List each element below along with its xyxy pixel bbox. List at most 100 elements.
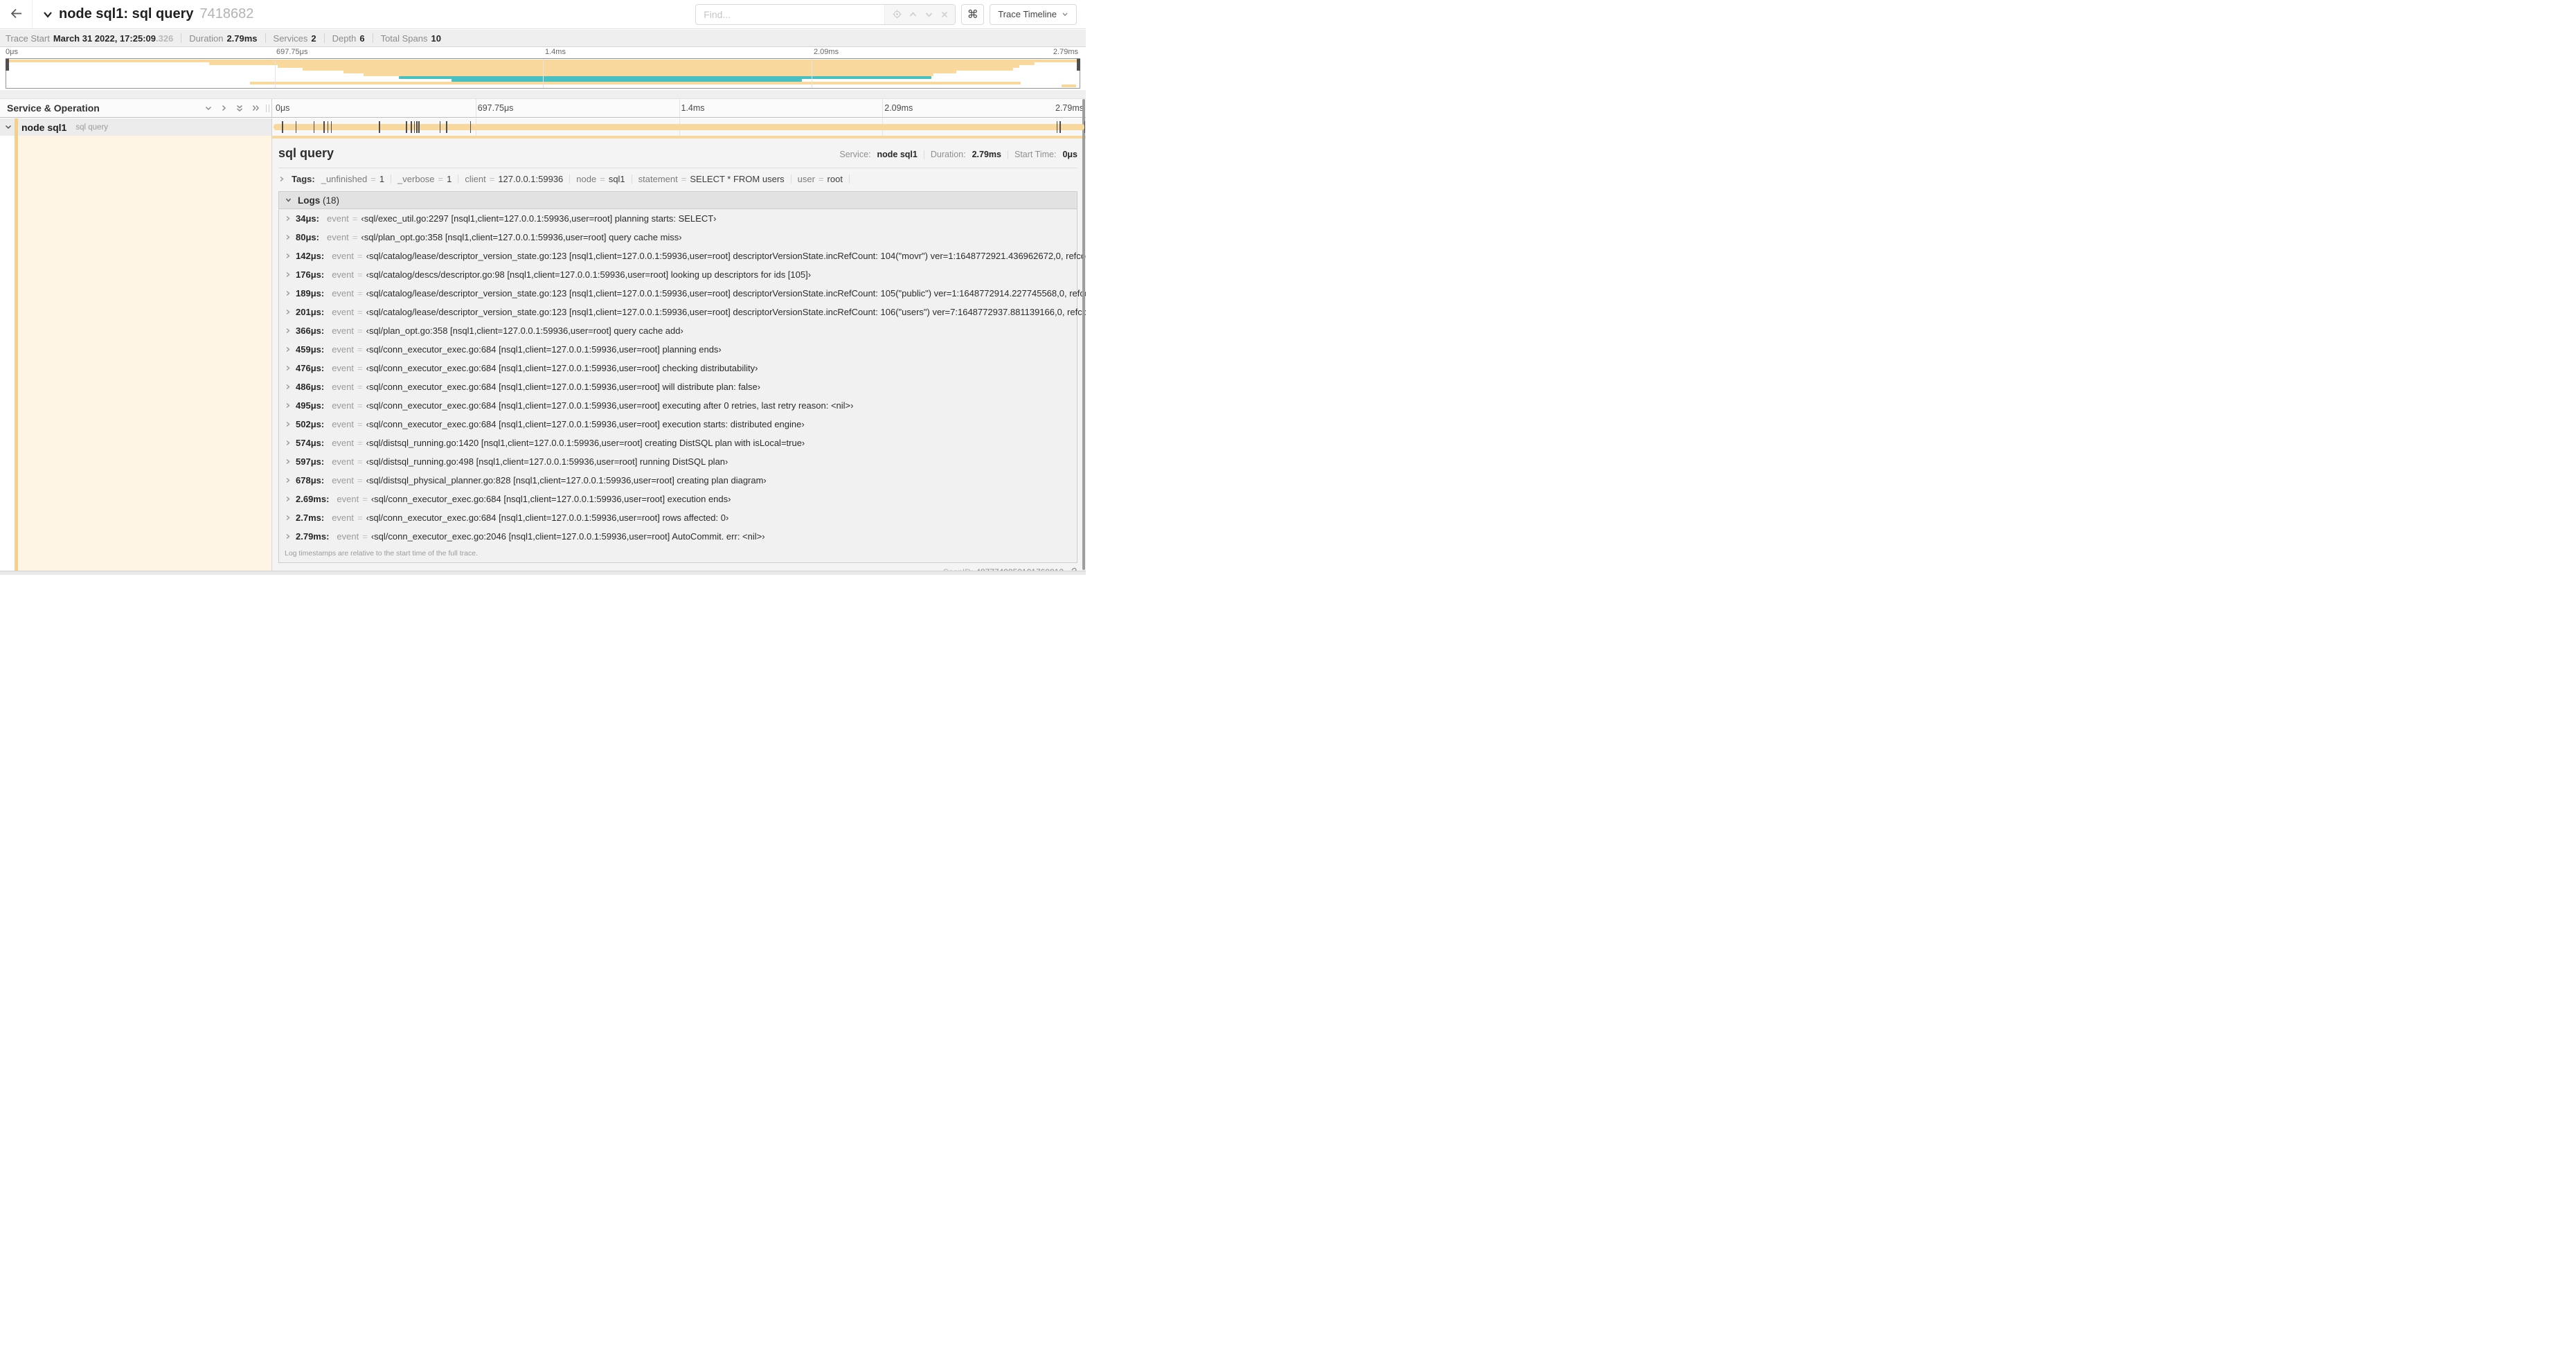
timeline-gridline [679,99,680,117]
view-selector-label: Trace Timeline [998,9,1057,19]
log-entry[interactable]: 459μs: event = ‹sql/conn_executor_exec.g… [279,340,1077,359]
view-selector-button[interactable]: Trace Timeline [990,3,1077,25]
log-marker-tick[interactable] [418,121,420,133]
log-entry[interactable]: 142μs: event = ‹sql/catalog/lease/descri… [279,247,1086,265]
viewport-right-handle[interactable] [1077,59,1080,71]
log-field-key: event [337,531,359,542]
log-entry[interactable]: 189μs: event = ‹sql/catalog/lease/descri… [279,284,1086,303]
log-entry[interactable]: 678μs: event = ‹sql/distsql_physical_pla… [279,471,1077,490]
timeline-tick-label: 2.79ms [1055,103,1084,113]
find-input[interactable] [696,4,885,24]
chevron-right-icon [285,252,292,260]
chevron-right-icon [285,346,292,353]
log-entry[interactable]: 2.7ms: event = ‹sql/conn_executor_exec.g… [279,508,1077,527]
equals-sign: = [370,174,376,184]
log-timestamp: 597μs: [296,456,325,467]
trace-start-value: March 31 2022, 17:25:09.326 [53,33,174,44]
log-entry[interactable]: 2.69ms: event = ‹sql/conn_executor_exec.… [279,490,1077,508]
top-header: node sql1: sql query 7418682 Find... ⌘ T… [0,0,1086,29]
log-field-key: event [332,438,355,448]
span-row[interactable]: node sql1 sql query [0,118,1086,136]
prev-match-icon[interactable] [909,10,918,19]
log-timestamp: 476μs: [296,363,325,373]
vertical-scrollbar[interactable] [1082,99,1085,570]
collapse-header-chevron-icon[interactable] [42,10,53,19]
log-entry[interactable]: 176μs: event = ‹sql/catalog/descs/descri… [279,265,1077,284]
locate-match-icon[interactable] [892,9,902,19]
keyboard-shortcuts-button[interactable]: ⌘ [961,3,985,25]
timeline-tick-label: 2.09ms [884,103,913,113]
span-detail-row: sql query Service: node sql1 Duration: 2… [0,136,1086,571]
span-row-timeline[interactable] [272,118,1086,136]
expand-all-icon[interactable] [251,104,260,112]
chevron-down-icon [285,197,292,204]
log-field-value: ‹sql/plan_opt.go:358 [nsql1,client=127.0… [361,232,682,242]
column-resize-grip[interactable] [266,105,269,112]
collapse-one-icon[interactable] [204,105,213,112]
logs-header[interactable]: Logs (18) [279,192,1077,209]
log-entry[interactable]: 476μs: event = ‹sql/conn_executor_exec.g… [279,359,1077,377]
log-entry[interactable]: 201μs: event = ‹sql/catalog/lease/descri… [279,303,1086,321]
log-field-value: ‹sql/catalog/lease/descriptor_version_st… [366,251,1086,261]
expand-one-icon[interactable] [220,104,228,112]
log-field-key: event [326,213,349,224]
log-marker-tick[interactable] [330,121,332,133]
log-marker-tick[interactable] [406,121,407,133]
viewport-left-handle[interactable] [6,59,9,71]
log-marker-tick[interactable] [411,121,412,133]
log-marker-tick[interactable] [446,121,447,133]
log-entry[interactable]: 80μs: event = ‹sql/plan_opt.go:358 [nsql… [279,228,1077,247]
log-entry[interactable]: 366μs: event = ‹sql/plan_opt.go:358 [nsq… [279,321,1077,340]
logs-count: (18) [323,195,340,206]
tags-row[interactable]: Tags: _unfinished = 1 _verbose = 1 clien… [278,174,1077,184]
log-entry[interactable]: 574μs: event = ‹sql/distsql_running.go:1… [279,434,1077,452]
log-marker-tick[interactable] [295,121,297,133]
log-marker-tick[interactable] [413,121,415,133]
equals-sign: = [357,438,363,448]
log-entry[interactable]: 495μs: event = ‹sql/conn_executor_exec.g… [279,396,1077,415]
tag-key: _verbose [397,174,435,184]
log-marker-tick[interactable] [379,121,380,133]
log-entry[interactable]: 597μs: event = ‹sql/distsql_running.go:4… [279,452,1077,471]
chevron-right-icon [285,420,292,428]
minimap-tick-labels: 0μs 697.75μs 1.4ms 2.09ms 2.79ms [6,48,1080,58]
log-field-value: ‹sql/distsql_running.go:1420 [nsql1,clie… [366,438,805,448]
log-entry[interactable]: 2.79ms: event = ‹sql/conn_executor_exec.… [279,527,1077,546]
clear-search-icon[interactable] [940,10,949,19]
collapse-all-icon[interactable] [235,104,244,113]
log-timestamp: 459μs: [296,344,325,355]
log-entry[interactable]: 34μs: event = ‹sql/exec_util.go:2297 [ns… [279,209,1077,228]
next-match-icon[interactable] [924,10,933,19]
log-marker-tick[interactable] [1059,121,1061,133]
log-marker-tick[interactable] [327,121,329,133]
span-duration-bar[interactable] [274,124,1084,130]
log-marker-tick[interactable] [439,121,441,133]
trace-minimap[interactable] [6,58,1080,89]
services-label: Services [273,33,308,44]
log-marker-tick[interactable] [416,121,418,133]
log-entry[interactable]: 502μs: event = ‹sql/conn_executor_exec.g… [279,415,1077,434]
log-marker-tick[interactable] [313,121,315,133]
tag-item: _unfinished = 1 [321,174,392,184]
equals-sign: = [357,288,363,299]
span-detail-panel: sql query Service: node sql1 Duration: 2… [272,136,1086,571]
tag-value: sql1 [608,174,625,184]
span-row-name-cell[interactable]: node sql1 sql query [0,118,272,136]
duration-label: Duration: [930,150,966,159]
chevron-right-icon [285,308,292,316]
log-marker-tick[interactable] [323,121,325,133]
log-timestamp: 2.69ms: [296,494,330,504]
log-marker-tick[interactable] [1084,121,1086,133]
horizontal-scrollbar-track[interactable] [0,571,1086,575]
equals-sign: = [357,363,363,373]
detail-meta: Service: node sql1 Duration: 2.79ms Star… [839,150,1077,159]
log-entry[interactable]: 486μs: event = ‹sql/conn_executor_exec.g… [279,377,1077,396]
chevron-right-icon [285,289,292,297]
logs-note: Log timestamps are relative to the start… [285,549,478,558]
back-button[interactable] [0,0,33,28]
log-marker-tick[interactable] [469,121,472,133]
log-marker-tick[interactable] [1056,121,1058,133]
equals-sign: = [357,456,363,467]
log-marker-tick[interactable] [282,121,283,133]
span-expanded-chevron-icon[interactable] [4,123,12,131]
